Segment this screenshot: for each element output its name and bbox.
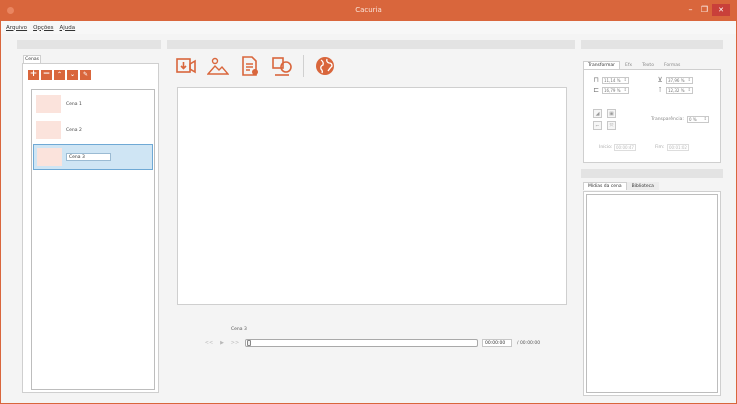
scene-item-2[interactable]: Cena 2: [33, 118, 153, 144]
media-panel: Mídias da cena Biblioteca: [583, 182, 721, 397]
media-dock-header: [581, 169, 723, 178]
forward-button[interactable]: >>: [230, 339, 240, 347]
window-controls: – ❐ ✕: [684, 4, 730, 16]
transparency-label: Transparência:: [651, 117, 684, 122]
scene-thumbnail: [37, 148, 62, 166]
scene-canvas[interactable]: [177, 87, 567, 305]
right-dock-header: [581, 40, 723, 49]
y-position-field: ⊏ 16,79 %: [592, 86, 629, 94]
import-video-icon[interactable]: [175, 55, 197, 77]
tab-efx[interactable]: Efx: [620, 61, 637, 69]
scene-label: Cena 2: [66, 128, 82, 133]
shapes-icon[interactable]: [271, 55, 293, 77]
scene-item-3[interactable]: Cena 3: [33, 144, 153, 170]
tab-transformar[interactable]: Transformar: [583, 61, 620, 69]
align-left-icon[interactable]: ◢: [593, 109, 602, 118]
left-dock-header: [17, 40, 161, 49]
scene-thumbnail: [36, 95, 61, 113]
total-time: / 00:00:00: [517, 340, 541, 346]
maximize-button[interactable]: ❐: [698, 4, 711, 16]
x-position-spin[interactable]: 11,14 %: [602, 76, 629, 84]
move-up-button[interactable]: ⌃: [54, 70, 65, 80]
edit-scene-button[interactable]: ✎: [80, 70, 91, 80]
x-position-field: ⊓ 11,14 %: [592, 76, 629, 84]
tab-formas[interactable]: Formas: [659, 61, 685, 69]
height-field: ⊺ 12,32 %: [656, 86, 693, 94]
properties-tabs: Transformar Efx Texto Formas: [583, 61, 685, 69]
play-button[interactable]: ▶: [217, 339, 227, 347]
center-dock-header: [167, 40, 575, 49]
start-label: Início:: [599, 145, 613, 150]
end-label: Fim:: [655, 145, 665, 150]
menu-ajuda[interactable]: Ajuda: [60, 25, 76, 31]
scene-thumbnail: [36, 121, 61, 139]
app-window: Cacuria – ❐ ✕ Arquivo Opções Ajuda Cenas…: [0, 0, 737, 404]
scene-label: Cena 1: [66, 102, 82, 107]
menu-opcoes[interactable]: Opções: [33, 25, 53, 31]
height-spin[interactable]: 12,32 %: [666, 86, 693, 94]
y-position-icon: ⊏: [593, 86, 599, 94]
menu-arquivo[interactable]: Arquivo: [6, 25, 27, 31]
scenes-panel: Cenas + − ⌃ ⌄ ✎ Cena 1 Cena 2 Cena 3: [19, 53, 162, 393]
remove-scene-button[interactable]: −: [41, 70, 52, 80]
media-tabs: Mídias da cena Biblioteca: [583, 182, 659, 190]
height-icon: ⊺: [658, 86, 662, 94]
current-scene-label: Cena 3: [231, 327, 247, 332]
title-bar[interactable]: Cacuria – ❐ ✕: [1, 1, 736, 21]
width-icon: ⊻: [657, 76, 663, 84]
document-icon[interactable]: [239, 55, 261, 77]
tab-biblioteca[interactable]: Biblioteca: [626, 182, 659, 190]
window-title: Cacuria: [355, 6, 382, 14]
scenes-box: + − ⌃ ⌄ ✎ Cena 1 Cena 2 Cena 3: [22, 63, 159, 393]
player-controls: << ▶ >> 00:00:00 / 00:00:00: [204, 339, 540, 347]
minimize-button[interactable]: –: [684, 4, 697, 16]
scene-name-edit[interactable]: Cena 3: [66, 153, 111, 161]
start-field[interactable]: 00:00:47: [614, 144, 636, 151]
scene-list[interactable]: Cena 1 Cena 2 Cena 3: [31, 89, 155, 390]
rewind-button[interactable]: <<: [204, 339, 214, 347]
transparency-spin[interactable]: 0 %: [687, 116, 709, 123]
tab-midias-da-cena[interactable]: Mídias da cena: [583, 182, 627, 190]
media-list[interactable]: [586, 194, 718, 393]
fit-icon[interactable]: ⌐: [593, 121, 602, 130]
x-position-icon: ⊓: [593, 76, 599, 84]
add-scene-button[interactable]: +: [28, 70, 39, 80]
menu-bar: Arquivo Opções Ajuda: [1, 21, 736, 34]
image-icon[interactable]: [207, 55, 229, 77]
media-box: [583, 191, 721, 396]
fullscreen-icon[interactable]: ⤧: [607, 121, 616, 130]
y-position-spin[interactable]: 16,79 %: [602, 86, 629, 94]
timeline-handle[interactable]: [247, 340, 251, 346]
scene-item-1[interactable]: Cena 1: [33, 92, 153, 118]
width-field: ⊻ 37,96 %: [656, 76, 693, 84]
media-toolbar: [175, 55, 336, 77]
width-spin[interactable]: 37,96 %: [666, 76, 693, 84]
lock-icon[interactable]: ▣: [607, 109, 616, 118]
scene-toolbar: + − ⌃ ⌄ ✎: [28, 70, 91, 80]
end-field[interactable]: 00:01:02: [667, 144, 689, 151]
toolbar-separator: [303, 55, 304, 77]
move-down-button[interactable]: ⌄: [67, 70, 78, 80]
timeline-slider[interactable]: [245, 339, 478, 347]
tab-texto[interactable]: Texto: [637, 61, 659, 69]
web-globe-icon[interactable]: [314, 55, 336, 77]
current-time-field[interactable]: 00:00:00: [482, 339, 512, 347]
close-button[interactable]: ✕: [712, 4, 730, 16]
